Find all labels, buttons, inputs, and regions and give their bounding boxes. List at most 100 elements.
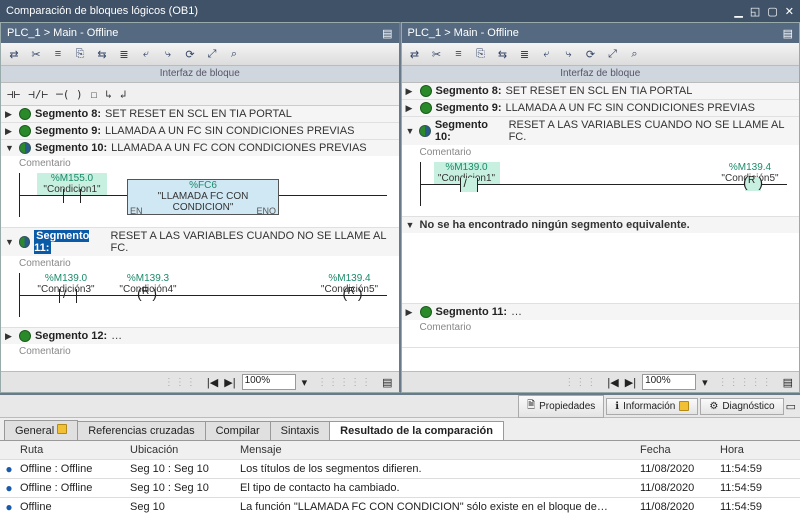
tool-icon[interactable]: ≡ xyxy=(450,45,468,63)
close-icon[interactable]: ✕ xyxy=(785,6,794,18)
tool-icon[interactable]: ⤢ xyxy=(604,45,622,63)
col-ruta[interactable]: Ruta xyxy=(18,444,130,456)
tab-resultado[interactable]: Resultado de la comparación xyxy=(329,421,504,440)
tab-diagnostico[interactable]: ⚙Diagnóstico xyxy=(700,398,783,415)
left-networks[interactable]: ▶Segmento 8:SET RESET EN SCL EN TIA PORT… xyxy=(1,106,399,371)
zoom-input[interactable]: 100% xyxy=(642,374,696,390)
left-pane: PLC_1 > Main - Offline ▤ ⇄ ✂ ≡ ⎘ ⇆ ≣ ⤶ ⤷… xyxy=(0,22,401,393)
tool-icon[interactable]: ⌕ xyxy=(626,45,644,63)
tool-icon[interactable]: ⤢ xyxy=(203,45,221,63)
no-contact-icon[interactable]: ⊣⊢ xyxy=(7,88,20,101)
compare-panes: PLC_1 > Main - Offline ▤ ⇄ ✂ ≡ ⎘ ⇆ ≣ ⤶ ⤷… xyxy=(0,22,800,393)
grid-row[interactable]: ●OfflineSeg 10La función "LLAMADA FC CON… xyxy=(0,498,800,515)
tool-icon[interactable]: ≣ xyxy=(516,45,534,63)
window-title: Comparación de bloques lógicos (OB1) xyxy=(6,5,198,17)
status-dot-icon xyxy=(19,236,31,248)
maximize-icon[interactable]: ▢ xyxy=(767,6,777,18)
left-zoombar: ⋮⋮⋮ |◀ ▶| 100% ▾ ⋮⋮⋮⋮⋮ ▤ xyxy=(1,371,399,392)
segment-11[interactable]: ▼Segmento 11:RESET A LAS VARIABLES CUAND… xyxy=(1,228,399,328)
status-dot-icon xyxy=(19,142,31,154)
no-contact[interactable] xyxy=(63,189,81,203)
tool-icon[interactable]: ⎘ xyxy=(472,45,490,63)
layout-icon[interactable]: ▤ xyxy=(783,376,793,389)
tab-general[interactable]: General xyxy=(4,420,78,440)
tool-icon[interactable]: ⤶ xyxy=(538,45,556,63)
info-icon: ● xyxy=(0,481,18,495)
tool-icon[interactable]: ⤷ xyxy=(159,45,177,63)
window-controls: ▁ ◱ ▢ ✕ xyxy=(730,5,794,18)
pane-pin-icon[interactable]: ▤ xyxy=(783,27,793,40)
restore-icon[interactable]: ◱ xyxy=(750,6,760,18)
nc-contact[interactable] xyxy=(460,178,478,192)
tab-sintaxis[interactable]: Sintaxis xyxy=(270,421,331,440)
col-ubicacion[interactable]: Ubicación xyxy=(130,444,240,456)
panel-collapse-icon[interactable]: ▭ xyxy=(786,400,796,413)
tool-icon[interactable]: ⟳ xyxy=(582,45,600,63)
tool-icon[interactable]: ⇄ xyxy=(406,45,424,63)
branch-close-icon[interactable]: ↲ xyxy=(120,88,127,101)
zoom-input[interactable]: 100% xyxy=(242,374,296,390)
tab-propiedades[interactable]: 🗎Propiedades xyxy=(518,395,604,418)
zoom-dropdown-icon[interactable]: ▾ xyxy=(702,376,708,389)
tool-icon[interactable]: ⇄ xyxy=(5,45,23,63)
titlebar: Comparación de bloques lógicos (OB1) ▁ ◱… xyxy=(0,0,800,22)
tool-icon[interactable]: ✂ xyxy=(27,45,45,63)
reset-coil[interactable]: R xyxy=(139,288,155,302)
warning-badge-icon xyxy=(679,401,689,411)
zoom-dropdown-icon[interactable]: ▾ xyxy=(302,376,308,389)
zoom-nav-icon[interactable]: |◀ xyxy=(207,376,218,389)
reset-coil[interactable]: R xyxy=(745,177,761,191)
tab-compilar[interactable]: Compilar xyxy=(205,421,271,440)
status-dot-icon xyxy=(19,125,31,137)
col-mensaje[interactable]: Mensaje xyxy=(240,444,640,456)
fc-call-box[interactable]: %FC6 "LLAMADA FC CON CONDICION" ENENO xyxy=(127,179,279,215)
inspector-tabs: 🗎Propiedades ℹInformación ⚙Diagnóstico ▭ xyxy=(0,395,800,418)
status-dot-icon xyxy=(19,108,31,120)
zoom-nav-icon[interactable]: ▶| xyxy=(625,376,636,389)
info-icon: ℹ xyxy=(615,401,619,412)
nc-contact-icon[interactable]: ⊣/⊢ xyxy=(28,88,48,101)
col-fecha[interactable]: Fecha xyxy=(640,444,720,456)
tool-icon[interactable]: ⤷ xyxy=(560,45,578,63)
segment-10[interactable]: ▼Segmento 10:RESET A LAS VARIABLES CUAND… xyxy=(402,117,800,217)
box-icon[interactable]: ☐ xyxy=(91,88,98,101)
zoom-nav-icon[interactable]: |◀ xyxy=(607,376,618,389)
comparison-grid[interactable]: Ruta Ubicación Mensaje Fecha Hora ●Offli… xyxy=(0,441,800,515)
tab-referencias[interactable]: Referencias cruzadas xyxy=(77,421,205,440)
tool-icon[interactable]: ≣ xyxy=(115,45,133,63)
result-tabstrip: General Referencias cruzadas Compilar Si… xyxy=(0,418,800,441)
pane-pin-icon[interactable]: ▤ xyxy=(382,27,392,40)
tool-icon[interactable]: ⌕ xyxy=(225,45,243,63)
nc-contact[interactable] xyxy=(59,289,77,303)
right-zoombar: ⋮⋮⋮ |◀ ▶| 100% ▾ ⋮⋮⋮⋮⋮ ▤ xyxy=(402,371,800,392)
right-networks[interactable]: ▶Segmento 8:SET RESET EN SCL EN TIA PORT… xyxy=(402,83,800,371)
tool-icon[interactable]: ≡ xyxy=(49,45,67,63)
tool-icon[interactable]: ⤶ xyxy=(137,45,155,63)
rung: %M139.0"Condición3" %M139.3"Condición4" … xyxy=(19,273,393,317)
tool-icon[interactable]: ⟳ xyxy=(181,45,199,63)
segment-10[interactable]: ▼Segmento 10:LLAMADA A UN FC CON CONDICI… xyxy=(1,140,399,228)
right-pane-header: PLC_1 > Main - Offline ▤ xyxy=(402,23,800,43)
grid-row[interactable]: ●Offline : OfflineSeg 10 : Seg 10Los tít… xyxy=(0,460,800,479)
tool-icon[interactable]: ⇆ xyxy=(494,45,512,63)
tool-icon[interactable]: ⎘ xyxy=(71,45,89,63)
segment-9: ▶Segmento 9:LLAMADA A UN FC SIN CONDICIO… xyxy=(1,123,399,140)
tool-icon[interactable]: ✂ xyxy=(428,45,446,63)
reset-coil[interactable]: R xyxy=(345,288,361,302)
status-dot-icon xyxy=(420,85,432,97)
grid-row[interactable]: ●Offline : OfflineSeg 10 : Seg 10El tipo… xyxy=(0,479,800,498)
info-icon: ● xyxy=(0,500,18,514)
comment-label: Comentario xyxy=(420,147,794,158)
minimize-icon[interactable]: ▁ xyxy=(734,6,742,18)
bottom-panel: 🗎Propiedades ℹInformación ⚙Diagnóstico ▭… xyxy=(0,393,800,515)
tab-informacion[interactable]: ℹInformación xyxy=(606,398,698,415)
right-pane-title: PLC_1 > Main - Offline xyxy=(408,27,519,39)
warning-badge-icon xyxy=(57,424,67,434)
col-hora[interactable]: Hora xyxy=(720,444,800,456)
layout-icon[interactable]: ▤ xyxy=(382,376,392,389)
coil-icon[interactable]: ─( ) xyxy=(56,88,83,101)
tool-icon[interactable]: ⇆ xyxy=(93,45,111,63)
zoom-nav-icon[interactable]: ▶| xyxy=(224,376,235,389)
branch-open-icon[interactable]: ↳ xyxy=(105,88,112,101)
status-dot-icon xyxy=(419,125,431,137)
